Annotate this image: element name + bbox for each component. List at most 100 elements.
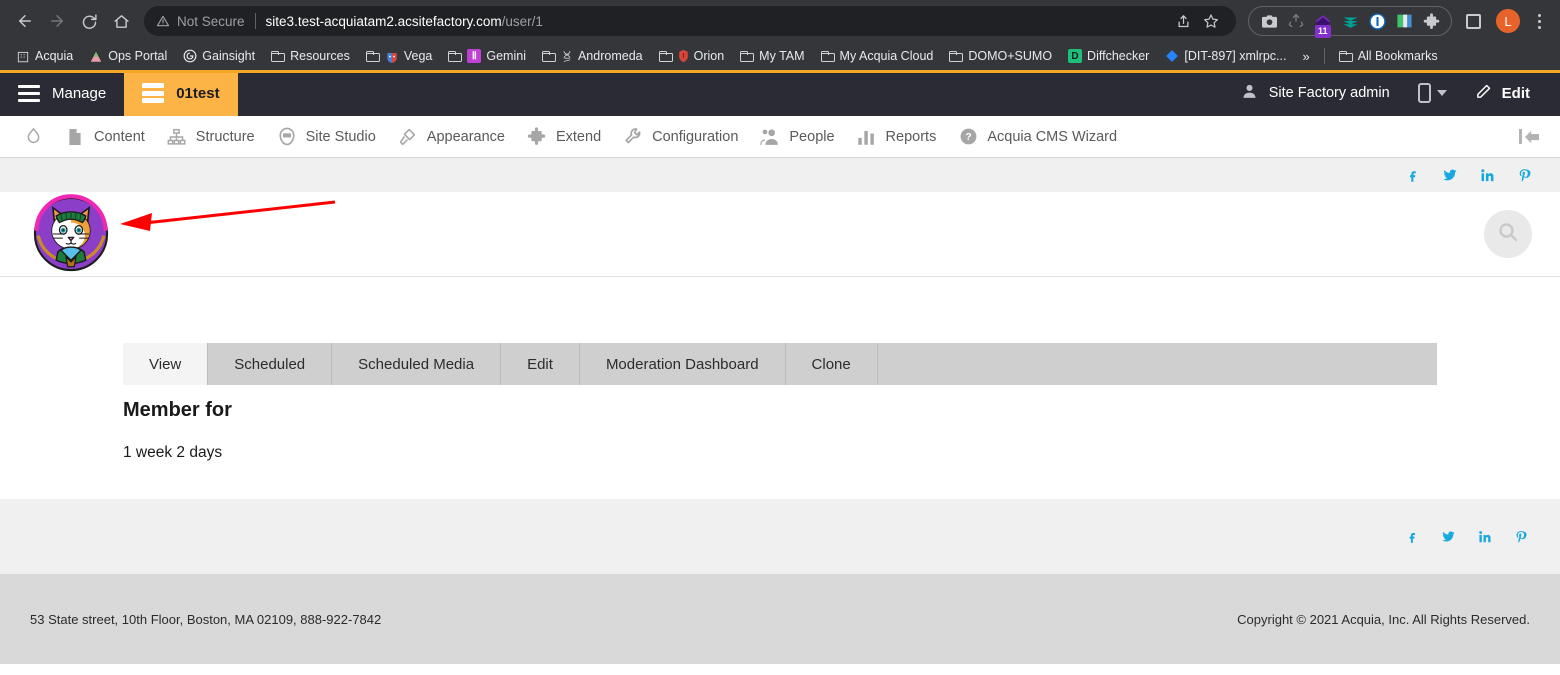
- omnibox-divider: [254, 13, 256, 29]
- user-account-button[interactable]: Site Factory admin: [1227, 83, 1404, 104]
- bookmark-vega[interactable]: Vega: [358, 45, 441, 67]
- bookmark-gemini[interactable]: Ⅱ Gemini: [440, 45, 534, 67]
- twitter-icon[interactable]: [1441, 529, 1456, 544]
- extension-badge-count: 11: [1315, 25, 1331, 38]
- site-switcher-button[interactable]: 01test: [124, 70, 238, 116]
- admin-menu-item-people[interactable]: People: [749, 116, 845, 157]
- admin-menu-label: People: [789, 128, 835, 145]
- tab-scheduled[interactable]: Scheduled: [208, 343, 333, 385]
- device-preview-button[interactable]: [1404, 83, 1461, 103]
- tab-scheduled-media[interactable]: Scheduled Media: [332, 343, 502, 385]
- admin-menu-label: Content: [94, 128, 145, 145]
- address-bar[interactable]: Not Secure site3.test-acquiatam2.acsitef…: [144, 6, 1236, 36]
- admin-menu-item-home[interactable]: [12, 116, 54, 157]
- color-extension-icon[interactable]: [1392, 9, 1416, 33]
- admin-menu-label: Extend: [555, 128, 602, 145]
- puzzle-extension-icon[interactable]: [1419, 9, 1443, 33]
- home-icon[interactable]: [106, 6, 136, 36]
- profile-avatar[interactable]: L: [1496, 9, 1520, 33]
- evernote-extension-icon[interactable]: [1338, 9, 1362, 33]
- share-icon[interactable]: [1170, 8, 1196, 34]
- bookmarks-overflow-button[interactable]: »: [1294, 49, 1317, 64]
- footer-social-strip: [0, 499, 1560, 574]
- tab-view[interactable]: View: [123, 343, 209, 385]
- member-for-value: 1 week 2 days: [123, 444, 223, 461]
- bookmark-label: My TAM: [759, 49, 805, 63]
- manage-menu-button[interactable]: Manage: [0, 70, 124, 116]
- bookmark-label: Gemini: [486, 49, 526, 63]
- bookmark-label: Diffchecker: [1087, 49, 1150, 63]
- folder-icon: [820, 50, 835, 62]
- side-panel-icon[interactable]: [1460, 8, 1486, 34]
- forward-arrow-icon[interactable]: [42, 6, 72, 36]
- bookmark-jira-ticket[interactable]: [DIT-897] xmlrpc...: [1157, 45, 1294, 67]
- admin-menu-item-structure[interactable]: Structure: [156, 116, 266, 157]
- admin-menu-item-appearance[interactable]: Appearance: [387, 116, 516, 157]
- edit-label: Edit: [1501, 84, 1530, 102]
- star-icon[interactable]: [1198, 8, 1224, 34]
- linkedin-icon[interactable]: [1480, 168, 1495, 183]
- bookmark-acquia[interactable]: Acquia: [8, 45, 81, 67]
- onepassword-extension-icon[interactable]: [1365, 9, 1389, 33]
- bookmarks-divider: [1323, 48, 1325, 64]
- bookmark-diffchecker[interactable]: D Diffchecker: [1060, 45, 1157, 67]
- tab-edit[interactable]: Edit: [501, 343, 580, 385]
- linkedin-icon[interactable]: [1478, 530, 1492, 544]
- tab-clone[interactable]: Clone: [785, 343, 878, 385]
- gemini-icon: Ⅱ: [467, 49, 482, 63]
- reload-icon[interactable]: [74, 6, 104, 36]
- admin-menu-item-extend[interactable]: Extend: [516, 116, 612, 157]
- bookmark-resources[interactable]: Resources: [263, 45, 358, 67]
- admin-menu-item-reports[interactable]: Reports: [846, 116, 948, 157]
- bookmark-my-tam[interactable]: My TAM: [732, 45, 812, 67]
- admin-menu-item-content[interactable]: Content: [54, 116, 156, 157]
- facebook-icon[interactable]: [1405, 168, 1420, 183]
- stack-icon: [142, 83, 165, 103]
- toolbar-right-group: Site Factory admin Edit: [1227, 70, 1560, 116]
- drupal-drop-icon: [23, 127, 43, 147]
- wrench-icon: [623, 127, 643, 147]
- back-arrow-icon[interactable]: [10, 6, 40, 36]
- search-button[interactable]: [1484, 210, 1532, 258]
- all-bookmarks-button[interactable]: All Bookmarks: [1331, 45, 1446, 67]
- admin-menu-label: Site Studio: [305, 128, 376, 145]
- admin-menu-item-configuration[interactable]: Configuration: [612, 116, 749, 157]
- admin-menu-item-acquia-cms-wizard[interactable]: ? Acquia CMS Wizard: [947, 116, 1128, 157]
- kebab-menu-icon[interactable]: [1528, 13, 1550, 29]
- pinterest-icon[interactable]: [1514, 530, 1528, 544]
- user-icon: [1241, 83, 1258, 104]
- twitter-icon[interactable]: [1442, 167, 1458, 183]
- folder-icon: [365, 50, 380, 62]
- footer-address: 53 State street, 10th Floor, Boston, MA …: [30, 611, 382, 627]
- bookmark-label: DOMO+SUMO: [968, 49, 1053, 63]
- extensions-group: 11: [1248, 6, 1452, 38]
- url-text: site3.test-acquiatam2.acsitefactory.com/…: [266, 14, 543, 29]
- bookmark-label: Resources: [290, 49, 350, 63]
- tab-moderation-dashboard[interactable]: Moderation Dashboard: [579, 343, 786, 385]
- pinterest-icon[interactable]: [1517, 168, 1532, 183]
- bookmark-my-acquia-cloud[interactable]: My Acquia Cloud: [813, 45, 942, 67]
- structure-icon: [167, 127, 187, 147]
- bookmarks-bar: Acquia Ops Portal Gainsight Resources Ve…: [0, 42, 1560, 70]
- screenshot-extension-icon[interactable]: [1257, 9, 1281, 33]
- edit-mode-button[interactable]: Edit: [1461, 83, 1540, 104]
- cat-avatar-logo[interactable]: [30, 193, 112, 275]
- admin-menu-item-site-studio[interactable]: Site Studio: [266, 116, 387, 157]
- bookmark-domo-sumo[interactable]: DOMO+SUMO: [941, 45, 1060, 67]
- collapse-sidebar-icon[interactable]: [1519, 129, 1548, 144]
- jira-icon: [1165, 49, 1179, 63]
- chevron-down-icon: [1436, 90, 1447, 96]
- bookmark-orion[interactable]: Orion: [651, 45, 733, 67]
- main-content: View Scheduled Scheduled Media Edit Mode…: [0, 277, 1560, 499]
- bookmark-gainsight[interactable]: Gainsight: [175, 45, 263, 67]
- bookmark-ops-portal[interactable]: Ops Portal: [81, 45, 175, 67]
- mountain-icon: [89, 50, 103, 63]
- facebook-icon[interactable]: [1405, 530, 1419, 544]
- bookmark-label: My Acquia Cloud: [839, 49, 934, 63]
- recycle-extension-icon[interactable]: [1284, 9, 1308, 33]
- search-icon: [1496, 220, 1520, 249]
- bookmark-label: [DIT-897] xmlrpc...: [1184, 49, 1287, 63]
- bookmark-andromeda[interactable]: Andromeda: [534, 45, 651, 67]
- purple-extension-icon[interactable]: 11: [1311, 9, 1335, 38]
- site-studio-icon: [277, 127, 297, 147]
